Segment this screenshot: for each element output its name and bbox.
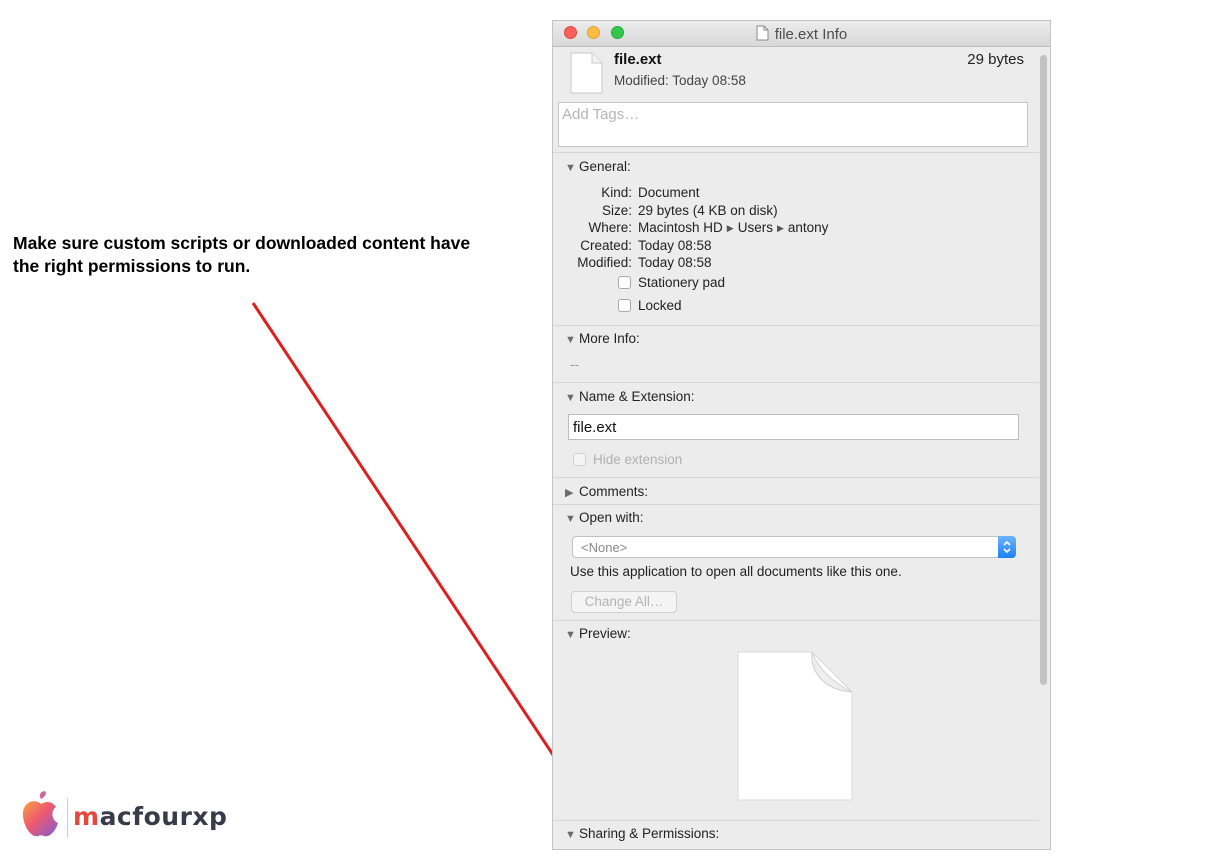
- checkbox-box[interactable]: [618, 299, 631, 312]
- section-comments-title: Comments:: [579, 484, 649, 499]
- open-with-popup[interactable]: <None>: [572, 536, 1016, 558]
- section-more-info-title: More Info:: [579, 331, 640, 346]
- scrollbar[interactable]: [1040, 55, 1047, 685]
- checkbox-box[interactable]: [573, 453, 586, 466]
- path-arrow-icon: ▶: [776, 223, 784, 233]
- divider: [553, 325, 1039, 326]
- path-segment: Macintosh HD: [638, 220, 723, 235]
- file-size: 29 bytes: [967, 51, 1024, 68]
- section-sharing-title: Sharing & Permissions:: [579, 826, 720, 841]
- divider: [553, 382, 1039, 383]
- macfourxp-logo: macfourxp: [20, 790, 250, 846]
- path-segment: antony: [787, 220, 829, 235]
- disclosure-open-icon[interactable]: ▼: [565, 629, 579, 641]
- disclosure-open-icon[interactable]: ▼: [565, 829, 579, 841]
- file-modified: Modified: Today 08:58: [614, 73, 746, 88]
- section-preview-header[interactable]: ▼ Preview:: [565, 626, 631, 641]
- kind-value: Document: [638, 185, 700, 200]
- locked-label: Locked: [638, 298, 682, 313]
- where-key: Where:: [588, 220, 632, 235]
- more-info-value: --: [570, 357, 579, 372]
- file-icon: [570, 52, 603, 94]
- hide-extension-checkbox[interactable]: Hide extension: [573, 452, 682, 467]
- document-icon: [756, 25, 769, 41]
- tags-input[interactable]: [559, 103, 1010, 126]
- stationery-pad-label: Stationery pad: [638, 275, 726, 290]
- disclosure-open-icon[interactable]: ▼: [565, 162, 579, 174]
- hide-extension-label: Hide extension: [593, 452, 683, 467]
- name-input[interactable]: [569, 415, 1004, 440]
- logo-rest: acfourxp: [99, 802, 228, 831]
- arrow-shaft: [251, 302, 585, 801]
- locked-checkbox[interactable]: Locked: [618, 298, 682, 313]
- section-general-title: General:: [579, 159, 631, 174]
- divider: [553, 504, 1039, 505]
- section-open-with-header[interactable]: ▼ Open with:: [565, 510, 644, 525]
- section-open-with-title: Open with:: [579, 510, 644, 525]
- tags-field[interactable]: [558, 102, 1028, 147]
- section-preview-title: Preview:: [579, 626, 631, 641]
- popup-stepper-icon[interactable]: [998, 536, 1016, 558]
- section-general-header[interactable]: ▼ General:: [565, 159, 631, 174]
- divider: [553, 820, 1039, 821]
- info-window: file.ext Info file.ext Modified: Today 0…: [552, 20, 1051, 850]
- modified-value: Today 08:58: [638, 255, 712, 270]
- info-content: file.ext Modified: Today 08:58 29 bytes …: [553, 47, 1039, 849]
- divider: [553, 477, 1039, 478]
- modified-key: Modified:: [577, 255, 632, 270]
- divider: [553, 152, 1039, 153]
- where-path: Macintosh HD ▶ Users ▶ antony: [638, 220, 828, 235]
- name-field[interactable]: [568, 414, 1019, 440]
- disclosure-open-icon[interactable]: ▼: [565, 392, 579, 404]
- checkbox-box[interactable]: [618, 276, 631, 289]
- size-value: 29 bytes (4 KB on disk): [638, 203, 778, 218]
- section-sharing-header[interactable]: ▼ Sharing & Permissions:: [565, 826, 719, 841]
- created-key: Created:: [580, 238, 632, 253]
- window-titlebar[interactable]: file.ext Info: [553, 21, 1050, 47]
- section-more-info-header[interactable]: ▼ More Info:: [565, 331, 640, 346]
- file-name: file.ext: [614, 51, 662, 68]
- kind-key: Kind:: [601, 185, 632, 200]
- disclosure-closed-icon[interactable]: ▶: [565, 486, 579, 499]
- change-all-button[interactable]: Change All…: [571, 591, 677, 613]
- logo-divider: [67, 798, 68, 838]
- path-arrow-icon: ▶: [726, 223, 734, 233]
- logo-m-letter: m: [73, 802, 100, 831]
- open-with-description: Use this application to open all documen…: [570, 564, 902, 579]
- section-name-extension-title: Name & Extension:: [579, 389, 695, 404]
- disclosure-open-icon[interactable]: ▼: [565, 334, 579, 346]
- open-with-selected: <None>: [581, 540, 628, 555]
- window-title: file.ext Info: [553, 25, 1050, 43]
- preview-document-icon: [737, 651, 853, 801]
- path-segment: Users: [737, 220, 773, 235]
- logo-wordmark: macfourxp: [73, 802, 227, 831]
- section-name-extension-header[interactable]: ▼ Name & Extension:: [565, 389, 695, 404]
- disclosure-open-icon[interactable]: ▼: [565, 513, 579, 525]
- size-key: Size:: [601, 203, 632, 218]
- divider: [553, 620, 1039, 621]
- created-value: Today 08:58: [638, 238, 712, 253]
- apple-logo-icon: [22, 791, 59, 837]
- section-comments-header[interactable]: ▶ Comments:: [565, 484, 648, 499]
- stationery-pad-checkbox[interactable]: Stationery pad: [618, 275, 725, 290]
- window-title-text: file.ext Info: [774, 26, 848, 43]
